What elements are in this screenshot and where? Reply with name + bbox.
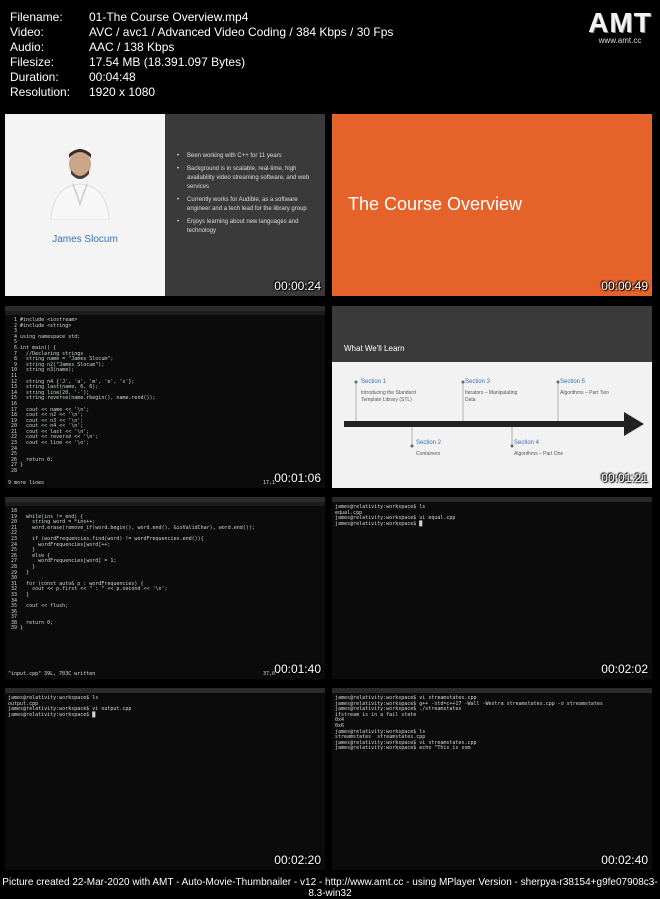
info-value: 01-The Course Overview.mp4 bbox=[89, 10, 249, 24]
section-desc: Iterators – Manipulating Data bbox=[465, 390, 518, 403]
timestamp: 00:01:21 bbox=[601, 471, 648, 485]
code-editor: 1 #include <iostream> 2 #include <string… bbox=[11, 317, 156, 475]
section-desc: Containers bbox=[416, 451, 441, 457]
thumbnail-7[interactable]: james@relativity:workspace$ ls output.cp… bbox=[5, 688, 325, 870]
terminal-line: james@relativity:workspace$ echo "This i… bbox=[335, 745, 471, 752]
thumbnail-2[interactable]: The Course Overview 00:00:49 bbox=[332, 114, 652, 296]
info-value: 00:04:48 bbox=[89, 70, 136, 84]
code-editor: 18 19 while(ins != end) { 20 string word… bbox=[11, 508, 255, 632]
bio-item: Been working with C++ for 11 years bbox=[177, 152, 317, 161]
slide-title: The Course Overview bbox=[348, 194, 523, 214]
timestamp: 00:01:40 bbox=[274, 662, 321, 676]
info-key: Filename: bbox=[10, 10, 63, 24]
terminal-output: james@relativity:workspace$ ls equal.cpp… bbox=[335, 504, 455, 527]
info-value: AVC / avc1 / Advanced Video Coding / 384… bbox=[89, 25, 394, 39]
terminal-line: ifstream is in a fail state bbox=[335, 711, 417, 718]
window-menubar bbox=[5, 502, 325, 506]
info-key: Duration: bbox=[10, 70, 59, 84]
info-key: Filesize: bbox=[10, 55, 55, 69]
thumbnail-6[interactable]: james@relativity:workspace$ ls equal.cpp… bbox=[332, 497, 652, 679]
info-value: 1920 x 1080 bbox=[89, 85, 156, 99]
logo-text: AMT bbox=[588, 7, 652, 38]
thumbnail-1[interactable]: James Slocum Been working with C++ for 1… bbox=[5, 114, 325, 296]
section-title: Section 1 bbox=[361, 379, 387, 385]
window-titlebar bbox=[332, 688, 652, 693]
window-titlebar bbox=[5, 688, 325, 693]
section-desc: Algorithms – Part Two bbox=[560, 390, 609, 396]
info-value: AAC / 138 Kbps bbox=[89, 40, 175, 54]
timestamp: 00:02:20 bbox=[274, 853, 321, 867]
thumbnail-5[interactable]: 18 19 while(ins != end) { 20 string word… bbox=[5, 497, 325, 679]
info-row: Video: AVC / avc1 / Advanced Video Coding… bbox=[10, 25, 393, 40]
section-title: Section 4 bbox=[514, 440, 540, 446]
thumbnail-8[interactable]: james@relativity:workspace$ vi streamsta… bbox=[332, 688, 652, 870]
info-key: Resolution: bbox=[10, 85, 71, 99]
terminal-line: james@relativity:workspace$ █ bbox=[8, 711, 96, 718]
info-value: 17.54 MB (18.391.097 Bytes) bbox=[89, 55, 246, 69]
editor-status: "input.cpp" 39L, 703C written bbox=[8, 671, 96, 677]
thumbnail-4[interactable]: What We'll Learn Section 1 Introducing t… bbox=[332, 306, 652, 488]
section-desc: Introducing the Standard Template Librar… bbox=[361, 390, 416, 403]
terminal-line: james@relativity:workspace$ █ bbox=[335, 520, 423, 527]
timestamp: 00:00:49 bbox=[601, 279, 648, 293]
amt-logo: AMT www.amt.cc bbox=[588, 7, 652, 46]
presenter-photo-icon bbox=[50, 149, 110, 220]
info-row: Audio: AAC / 138 Kbps bbox=[10, 40, 393, 55]
info-row: Filename: 01-The Course Overview.mp4 bbox=[10, 10, 393, 25]
section-title: Section 5 bbox=[560, 379, 586, 385]
timestamp: 00:00:24 bbox=[274, 279, 321, 293]
bio-item: Enjoys learning about new languages and … bbox=[177, 218, 317, 236]
editor-status: 9 more lines bbox=[8, 480, 45, 486]
section-title: Section 2 bbox=[416, 440, 442, 446]
section-desc: Algorithms – Part One bbox=[514, 451, 564, 457]
bio-item: Currently works for Audible, as a softwa… bbox=[177, 196, 317, 214]
timestamp: 00:02:02 bbox=[601, 662, 648, 676]
info-row: Filesize: 17.54 MB (18.391.097 Bytes) bbox=[10, 55, 393, 70]
terminal-output: james@relativity:workspace$ vi streamsta… bbox=[335, 695, 603, 752]
thumbnail-3[interactable]: 1 #include <iostream> 2 #include <string… bbox=[5, 306, 325, 488]
presenter-name: James Slocum bbox=[52, 234, 118, 245]
info-key: Audio: bbox=[10, 40, 45, 54]
section-title: Section 3 bbox=[465, 379, 491, 385]
file-info: Filename: 01-The Course Overview.mp4 Vide… bbox=[10, 10, 393, 100]
info-key: Video: bbox=[10, 25, 44, 39]
info-row: Resolution: 1920 x 1080 bbox=[10, 85, 393, 100]
footer-credit: Picture created 22-Mar-2020 with AMT - A… bbox=[2, 877, 658, 899]
timestamp: 00:02:40 bbox=[601, 853, 648, 867]
info-row: Duration: 00:04:48 bbox=[10, 70, 393, 85]
window-menubar bbox=[5, 311, 325, 315]
terminal-output: james@relativity:workspace$ ls output.cp… bbox=[8, 695, 131, 718]
bio-panel: Been working with C++ for 11 years Backg… bbox=[165, 114, 325, 296]
window-titlebar bbox=[332, 497, 652, 502]
timestamp: 00:01:06 bbox=[274, 471, 321, 485]
bio-item: Background is in scalable, real-time, hi… bbox=[177, 165, 317, 192]
bio-list: Been working with C++ for 11 years Backg… bbox=[177, 152, 317, 240]
presenter-panel: James Slocum bbox=[5, 114, 165, 296]
